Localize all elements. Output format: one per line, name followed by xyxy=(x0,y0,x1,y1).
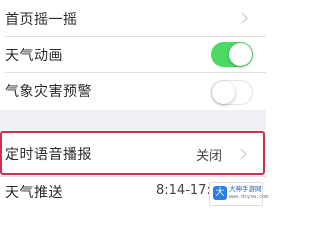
settings-row-home-shake[interactable]: 首页摇一摇 xyxy=(0,0,266,36)
weather-animation-toggle[interactable] xyxy=(211,42,253,67)
home-shake-label: 首页摇一摇 xyxy=(5,12,78,28)
site-watermark: 大 大神手游网 www.dsyxw.com xyxy=(209,182,268,206)
highlight-box xyxy=(0,131,265,175)
watermark-logo: 大 xyxy=(213,186,227,200)
disaster-warning-toggle[interactable] xyxy=(211,80,253,105)
settings-row-disaster-warning: 气象灾害预警 xyxy=(0,73,266,110)
weather-animation-label: 天气动画 xyxy=(5,48,63,64)
section-gap xyxy=(0,110,266,133)
settings-row-weather-animation: 天气动画 xyxy=(0,37,266,72)
toggle-knob xyxy=(212,81,235,104)
weather-push-value: 8:14-17: xyxy=(156,183,211,198)
disaster-warning-label: 气象灾害预警 xyxy=(5,84,92,100)
chevron-right-icon xyxy=(236,12,248,24)
toggle-knob xyxy=(229,43,252,66)
weather-push-label: 天气推送 xyxy=(5,185,63,201)
watermark-title: 大神手游网 xyxy=(229,185,262,193)
watermark-subtitle: www.dsyxw.com xyxy=(229,194,269,200)
